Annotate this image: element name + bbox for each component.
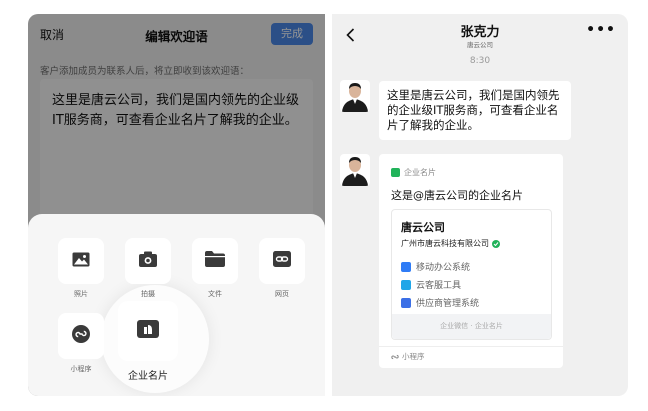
done-button[interactable]: 完成 <box>271 23 313 45</box>
attach-camera-button[interactable]: 拍摄 <box>118 238 178 299</box>
message-time: 8:30 <box>469 56 491 66</box>
edit-welcome-screen: 取消 编辑欢迎语 完成 客户添加成员为联系人后，将立即收到该欢迎语： 这里是唐云… <box>28 14 325 396</box>
attach-photo-label: 照片 <box>74 290 88 298</box>
welcome-hint: 客户添加成员为联系人后，将立即收到该欢迎语： <box>40 66 250 77</box>
mini-program-source: 小程序 <box>391 351 425 362</box>
business-card-message[interactable]: 企业名片 这是@唐云公司的企业名片 唐云公司 广州市唐云科技有限公司 移动办公系… <box>379 154 563 368</box>
person-avatar-icon <box>342 83 368 112</box>
service-item: 供应商管理系统 <box>401 296 479 309</box>
attach-business-card-button[interactable]: 企业名片 <box>116 301 180 382</box>
avatar[interactable] <box>340 154 370 186</box>
welcome-message-editor[interactable]: 这里是唐云公司，我们是国内领先的企业级IT服务商，可查看企业名片了解我的企业。 <box>40 79 313 219</box>
service-item: 云客服工具 <box>401 278 461 291</box>
attach-camera-label: 拍摄 <box>141 290 155 298</box>
company-full-name-row: 广州市唐云科技有限公司 <box>401 238 500 249</box>
page: 取消 编辑欢迎语 完成 客户添加成员为联系人后，将立即收到该欢迎语： 这里是唐云… <box>0 0 648 411</box>
nav-bar: 取消 编辑欢迎语 完成 <box>28 14 325 56</box>
divider <box>379 346 563 347</box>
tile-camera <box>125 238 171 284</box>
attach-webpage-label: 网页 <box>275 290 289 298</box>
card-tag-label: 企业名片 <box>404 168 436 177</box>
attach-mini-program-button[interactable]: 小程序 <box>51 313 111 374</box>
company-full-name: 广州市唐云科技有限公司 <box>401 239 489 248</box>
tile-webpage <box>259 238 305 284</box>
business-card-tag-icon <box>391 168 400 177</box>
card-tag: 企业名片 <box>391 167 436 178</box>
office-system-icon <box>401 261 411 272</box>
cloud-service-icon <box>401 279 411 290</box>
card-text: 这是@唐云公司的企业名片 <box>391 189 523 202</box>
service-label: 供应商管理系统 <box>416 299 480 309</box>
folder-icon <box>205 251 225 271</box>
mini-program-icon <box>72 325 90 347</box>
attach-mini-program-label: 小程序 <box>70 365 92 373</box>
service-label: 云客服工具 <box>416 281 462 291</box>
supplier-system-icon <box>401 297 411 308</box>
attach-file-button[interactable]: 文件 <box>185 238 245 299</box>
image-icon <box>72 252 90 271</box>
company-card[interactable]: 唐云公司 广州市唐云科技有限公司 移动办公系统 云客服工具 供应商管理系统 企业… <box>391 209 552 340</box>
more-button[interactable]: ••• <box>586 22 616 38</box>
avatar[interactable] <box>340 80 370 112</box>
camera-icon <box>139 251 157 271</box>
service-label: 移动办公系统 <box>416 263 471 273</box>
business-card-icon <box>137 320 159 342</box>
tile-mini-program <box>58 313 104 359</box>
mini-program-icon <box>391 354 399 359</box>
company-short-name: 唐云公司 <box>401 221 445 234</box>
attach-file-label: 文件 <box>208 290 222 298</box>
contact-name: 张克力 <box>460 25 500 40</box>
tile-business-card <box>118 301 178 361</box>
more-icon: ••• <box>586 22 616 38</box>
contact-org: 唐云公司 <box>467 41 493 49</box>
attachment-sheet: 照片 拍摄 文件 网页 小程序 企业名片 <box>28 214 325 396</box>
tile-photo <box>58 238 104 284</box>
chat-screen: 张克力 唐云公司 ••• 8:30 这里是唐云公司，我们是国内领先的企业级IT服… <box>332 14 628 396</box>
verified-icon <box>492 239 500 248</box>
attach-webpage-button[interactable]: 网页 <box>252 238 312 299</box>
attach-business-card-label: 企业名片 <box>128 371 168 382</box>
attach-photo-button[interactable]: 照片 <box>51 238 111 299</box>
service-item: 移动办公系统 <box>401 260 470 273</box>
welcome-message-bubble[interactable]: 这里是唐云公司，我们是国内领先的企业级IT服务商，可查看企业名片了解我的企业。 <box>379 81 571 140</box>
tile-file <box>192 238 238 284</box>
card-footer: 企业微信 · 企业名片 <box>392 314 551 339</box>
person-avatar-icon <box>342 157 368 186</box>
link-icon <box>273 251 291 271</box>
source-label: 小程序 <box>402 352 425 361</box>
